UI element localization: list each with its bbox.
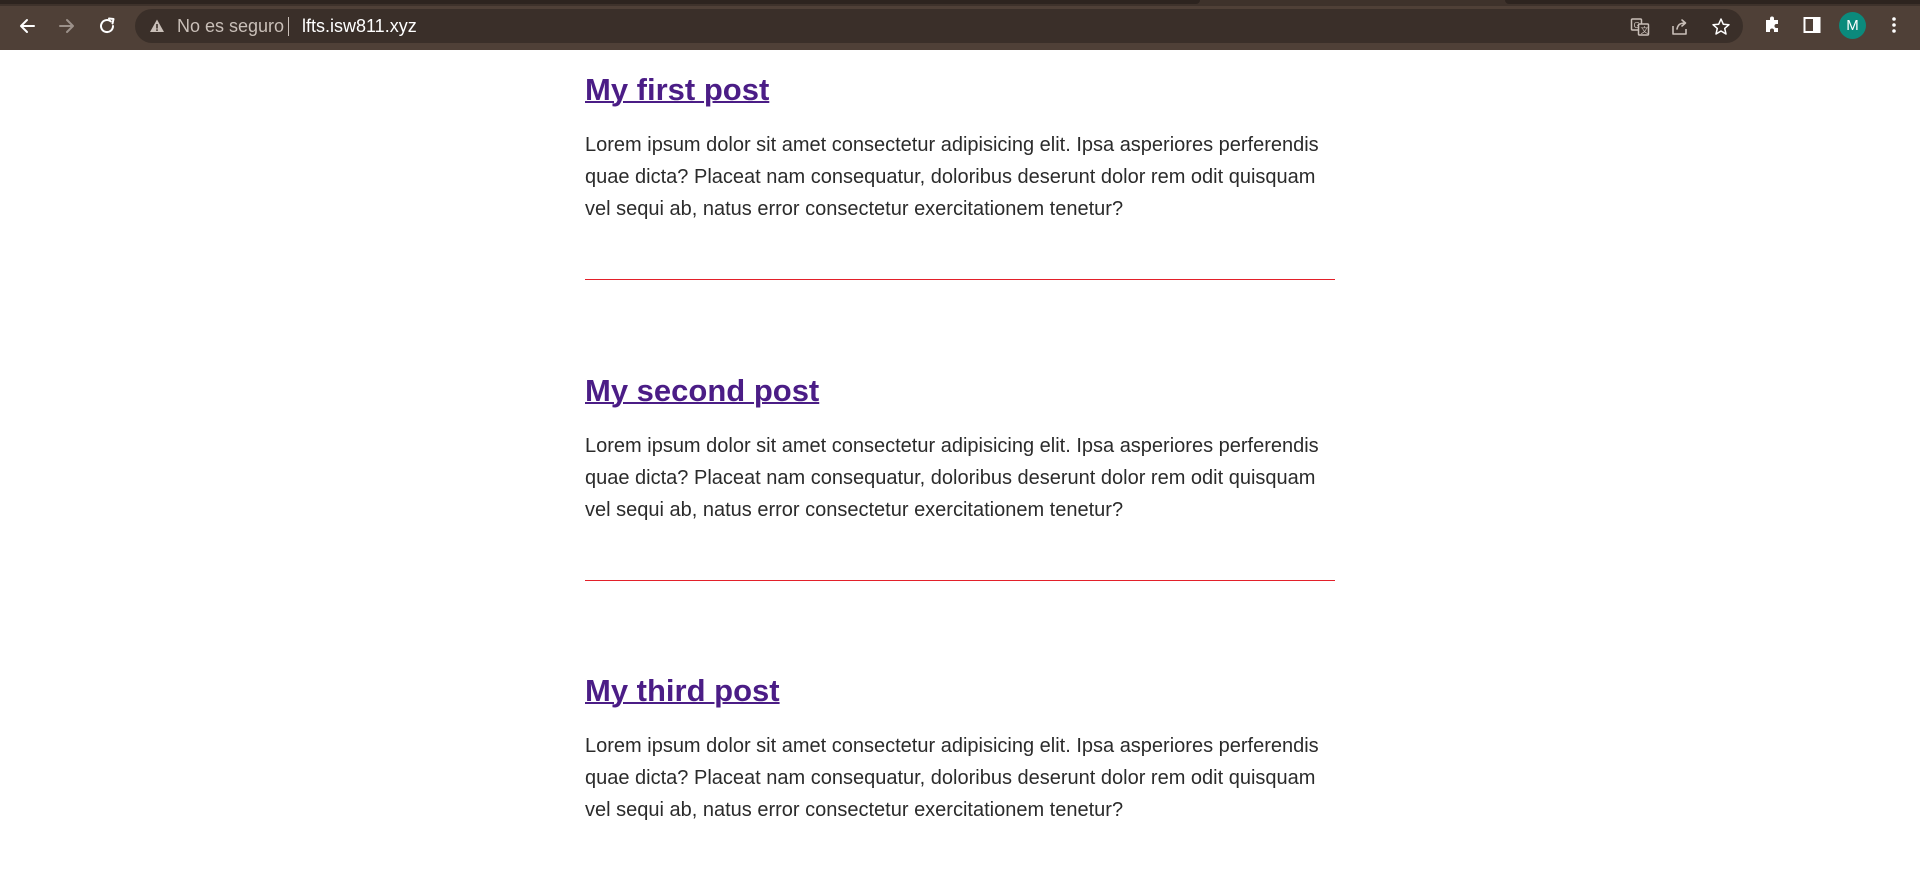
tab-strip-right [1505, 0, 1920, 4]
post-1: My first post Lorem ipsum dolor sit amet… [585, 72, 1335, 280]
forward-button[interactable] [52, 11, 82, 41]
post-title-link[interactable]: My second post [585, 373, 819, 408]
warning-icon[interactable] [149, 18, 165, 34]
translate-button[interactable]: G 文 [1629, 16, 1651, 38]
share-icon [1672, 19, 1687, 35]
translate-icon: G 文 [1630, 18, 1650, 36]
back-icon [20, 19, 35, 33]
post-divider [585, 580, 1335, 581]
side-panel-button[interactable] [1800, 13, 1824, 37]
address-bar[interactable]: No es seguro lfts.isw811.xyz G 文 [135, 9, 1743, 43]
security-label[interactable]: No es seguro [177, 17, 284, 35]
menu-button[interactable] [1882, 13, 1906, 37]
svg-text:G: G [1634, 21, 1640, 30]
side-panel-icon [1803, 17, 1821, 33]
post-excerpt: Lorem ipsum dolor sit amet consectetur a… [585, 134, 1319, 220]
forward-icon [59, 19, 74, 33]
back-button[interactable] [12, 11, 42, 41]
profile-avatar[interactable]: M [1839, 12, 1866, 39]
share-button[interactable] [1669, 16, 1691, 38]
browser-toolbar: No es seguro lfts.isw811.xyz G 文 M [0, 0, 1920, 50]
post-title: My first post [585, 72, 1335, 108]
post-title-link[interactable]: My third post [585, 673, 780, 708]
menu-icon [1892, 17, 1896, 33]
omnibox-separator [288, 17, 289, 36]
star-icon [1712, 18, 1730, 35]
reload-icon [100, 17, 115, 34]
post-title: My second post [585, 373, 1335, 409]
post-title: My third post [585, 673, 1335, 709]
post-2: My second post Lorem ipsum dolor sit ame… [585, 373, 1335, 581]
reload-button[interactable] [92, 11, 122, 41]
tab-strip-left [0, 0, 1200, 4]
post-excerpt: Lorem ipsum dolor sit amet consectetur a… [585, 735, 1319, 821]
extensions-button[interactable] [1760, 13, 1784, 37]
svg-text:文: 文 [1641, 25, 1649, 35]
post-title-link[interactable]: My first post [585, 72, 769, 107]
url-text[interactable]: lfts.isw811.xyz [302, 17, 417, 35]
tab-strip [0, 0, 1920, 6]
bookmark-button[interactable] [1710, 16, 1732, 38]
post-divider [585, 279, 1335, 280]
post-3: My third post Lorem ipsum dolor sit amet… [585, 673, 1335, 826]
extensions-icon [1766, 16, 1778, 32]
post-excerpt: Lorem ipsum dolor sit amet consectetur a… [585, 435, 1319, 521]
